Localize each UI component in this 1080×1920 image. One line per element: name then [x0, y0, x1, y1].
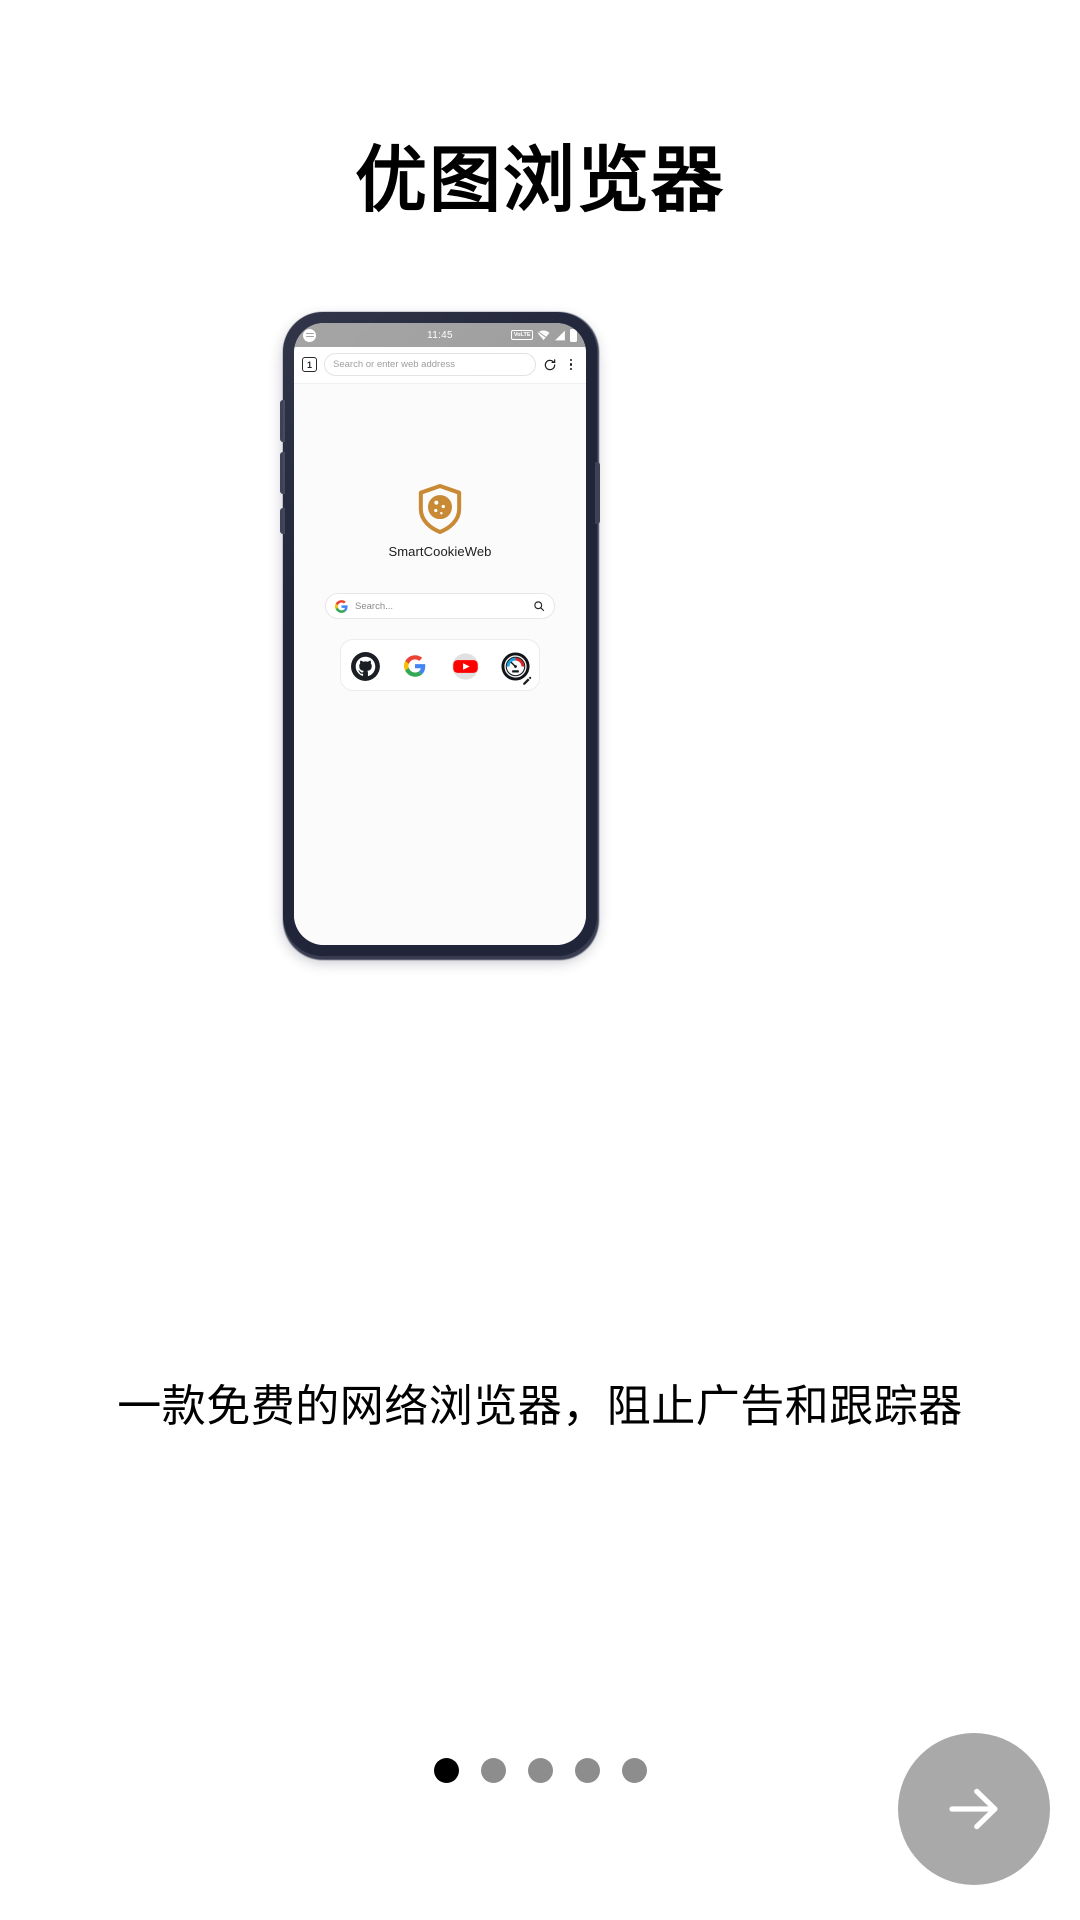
cellular-signal-icon: [555, 330, 565, 340]
youtube-icon: [451, 652, 479, 680]
ntp-search-box[interactable]: Search...: [325, 593, 555, 619]
pagination-dot-3[interactable]: [527, 1758, 553, 1783]
url-bar-input[interactable]: Search or enter web address: [324, 353, 536, 376]
assistant-button: [280, 508, 285, 534]
battery-icon: [570, 326, 577, 342]
status-bar-right: VoLTE: [511, 326, 577, 342]
pencil-edit-icon[interactable]: [522, 676, 532, 686]
phone-frame: 11:45 VoLTE 1 Search or enter web addres…: [280, 312, 600, 956]
status-bar: 11:45 VoLTE: [294, 323, 586, 347]
ntp-search-input[interactable]: Search...: [355, 601, 526, 612]
google-g-icon: [404, 655, 426, 677]
phone-mockup: 11:45 VoLTE 1 Search or enter web addres…: [280, 312, 600, 960]
google-g-icon: [335, 599, 348, 613]
pagination-dot-5[interactable]: [621, 1758, 647, 1783]
page-subtitle: 一款免费的网络浏览器，阻止广告和跟踪器: [117, 1382, 963, 1431]
browser-toolbar: 1 Search or enter web address: [294, 347, 586, 384]
cookie-shield-logo: [418, 484, 462, 534]
pagination-dot-4[interactable]: [574, 1758, 600, 1783]
volte-icon: VoLTE: [511, 330, 533, 340]
power-button: [595, 462, 600, 524]
arrow-right-icon: [949, 1788, 998, 1830]
wifi-icon: [537, 330, 550, 340]
volume-down-button: [280, 452, 285, 494]
shortcuts-card: [340, 639, 540, 691]
youtube-shortcut[interactable]: [450, 651, 480, 681]
next-button[interactable]: [898, 1733, 1050, 1885]
github-shortcut[interactable]: [350, 651, 380, 681]
google-shortcut[interactable]: [400, 651, 430, 681]
onboarding-screen: 优图浏览器 11:45 VoLTE 1 Search or enter web …: [0, 0, 1080, 1920]
reload-icon[interactable]: [543, 358, 557, 372]
brand-name: SmartCookieWeb: [388, 544, 492, 559]
magnifier-icon[interactable]: [533, 600, 545, 612]
tab-counter-button[interactable]: 1: [302, 357, 317, 372]
github-icon: [350, 651, 380, 681]
pagination-dot-1[interactable]: [433, 1758, 459, 1783]
shortcuts-row: [350, 651, 530, 681]
new-tab-page: SmartCookieWeb Search...: [294, 384, 586, 945]
page-title: 优图浏览器: [354, 141, 725, 221]
overflow-menu-icon[interactable]: [564, 357, 578, 373]
phone-screen: 11:45 VoLTE 1 Search or enter web addres…: [294, 323, 586, 945]
volume-up-button: [280, 400, 285, 442]
pagination-dot-2[interactable]: [480, 1758, 506, 1783]
